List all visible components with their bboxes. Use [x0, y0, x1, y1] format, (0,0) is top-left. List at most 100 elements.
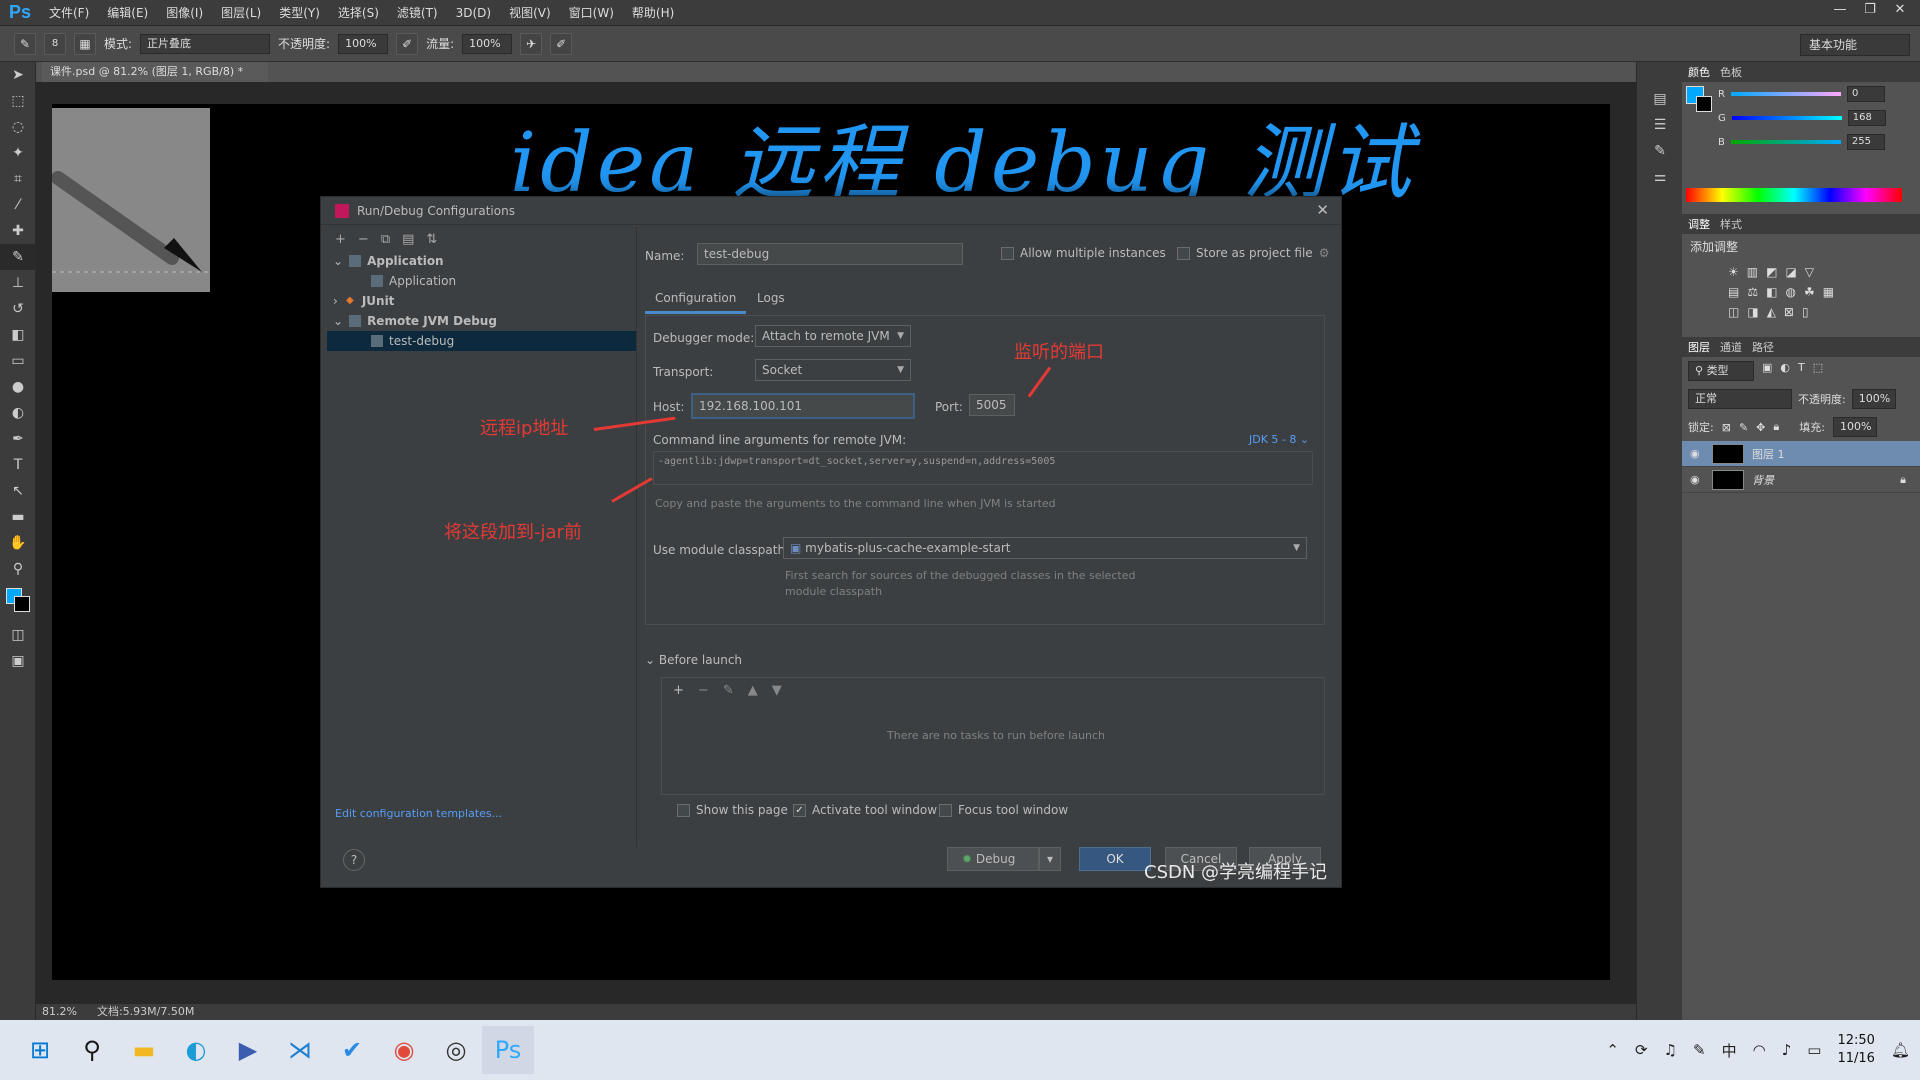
chrome-icon[interactable]: ◉ — [378, 1026, 430, 1074]
menu-3d[interactable]: 3D(D) — [447, 0, 500, 26]
background-swatch[interactable] — [1696, 96, 1712, 112]
debugger-mode-select[interactable]: Attach to remote JVM ▼ — [755, 325, 911, 347]
activate-tool-checkbox[interactable]: ✓ Activate tool window — [793, 803, 937, 817]
down-icon[interactable]: ▼ — [772, 683, 782, 698]
eyedropper-tool-icon[interactable]: ⁄ — [0, 192, 36, 218]
tree-item-application[interactable]: ⌄ Application — [327, 251, 636, 271]
red-value[interactable]: 0 — [1846, 86, 1885, 102]
minimize-button[interactable]: — — [1826, 0, 1854, 20]
layer-fill-field[interactable]: 100% — [1832, 417, 1877, 437]
v-app-icon[interactable]: ✔ — [326, 1026, 378, 1074]
debug-button[interactable]: ✹ Debug — [947, 847, 1039, 871]
lock-move-icon[interactable]: ✥ — [1756, 421, 1765, 434]
brush-tool-icon[interactable]: ✎ — [0, 244, 36, 270]
eraser-tool-icon[interactable]: ◧ — [0, 322, 36, 348]
filter-shape-icon[interactable]: ⬚ — [1813, 361, 1823, 381]
lookup-icon[interactable]: ▦ — [1823, 285, 1834, 299]
tree-item-test-debug[interactable]: test-debug — [327, 331, 636, 351]
windows-start-icon[interactable]: ⊞ — [14, 1026, 66, 1074]
tree-item-application-child[interactable]: Application — [327, 271, 636, 291]
add-icon[interactable]: + — [335, 232, 346, 247]
show-page-checkbox[interactable]: Show this page — [677, 803, 788, 817]
stamp-tool-icon[interactable]: ⊥ — [0, 270, 36, 296]
store-project-checkbox[interactable]: Store as project file ⚙ — [1177, 246, 1329, 260]
edit-templates-link[interactable]: Edit configuration templates... — [335, 807, 502, 820]
zoom-tool-icon[interactable]: ⚲ — [0, 556, 36, 582]
green-value[interactable]: 168 — [1847, 110, 1886, 126]
folder-icon[interactable]: ▤ — [402, 232, 414, 247]
clock[interactable]: 12:50 11/16 — [1837, 1032, 1874, 1068]
filter-adjust-icon[interactable]: ◐ — [1780, 361, 1790, 381]
layer-row-background[interactable]: ◉ 背景 🔒︎ — [1682, 467, 1920, 493]
chevron-up-icon[interactable]: ⌃ — [1606, 1041, 1619, 1059]
mode-select[interactable]: 正片叠底 — [140, 33, 271, 54]
name-field[interactable]: test-debug — [697, 243, 963, 265]
tab-styles[interactable]: 样式 — [1720, 216, 1742, 232]
tree-item-remote-jvm[interactable]: ⌄ Remote JVM Debug — [327, 311, 636, 331]
port-input[interactable]: 5005 — [969, 394, 1015, 416]
dodge-tool-icon[interactable]: ◐ — [0, 400, 36, 426]
menu-file[interactable]: 文件(F) — [40, 0, 98, 26]
crop-tool-icon[interactable]: ⌗ — [0, 166, 36, 192]
vibrance-icon[interactable]: ▽ — [1805, 265, 1814, 279]
powershell-icon[interactable]: ▶ — [222, 1026, 274, 1074]
workspace-select[interactable]: 基本功能 — [1800, 34, 1910, 56]
color-spectrum[interactable] — [1686, 188, 1902, 202]
invert-icon[interactable]: ◫ — [1728, 305, 1739, 319]
lasso-tool-icon[interactable]: ◌ — [0, 114, 36, 140]
ok-button[interactable]: OK — [1079, 847, 1151, 871]
remove-icon[interactable]: − — [698, 683, 709, 698]
properties-panel-icon[interactable]: ☰ — [1637, 112, 1683, 138]
red-slider[interactable] — [1730, 92, 1841, 96]
blend-mode-select[interactable]: 正常 — [1688, 389, 1792, 409]
airbrush-icon[interactable]: ✈ — [520, 32, 543, 55]
path-select-icon[interactable]: ↖ — [0, 478, 36, 504]
microphone-icon[interactable]: ♫ — [1664, 1041, 1677, 1059]
transport-select[interactable]: Socket ▼ — [755, 359, 911, 381]
menu-select[interactable]: 选择(S) — [329, 0, 388, 26]
quick-select-tool-icon[interactable]: ✦ — [0, 140, 36, 166]
search-icon[interactable]: ⚲ — [66, 1026, 118, 1074]
color-swatches-icon[interactable] — [0, 582, 36, 622]
blur-tool-icon[interactable]: ● — [0, 374, 36, 400]
menu-image[interactable]: 图像(I) — [157, 0, 212, 26]
focus-tool-checkbox[interactable]: Focus tool window — [939, 803, 1068, 817]
type-tool-icon[interactable]: T — [0, 452, 36, 478]
filter-type-icon[interactable]: T — [1798, 361, 1805, 381]
screen-mode-icon[interactable]: ▣ — [0, 648, 36, 674]
menu-filter[interactable]: 滤镜(T) — [388, 0, 447, 26]
tab-color[interactable]: 颜色 — [1688, 64, 1710, 80]
document-tab[interactable]: 课件.psd @ 81.2% (图层 1, RGB/8) * — [42, 62, 268, 82]
shape-tool-icon[interactable]: ▬ — [0, 504, 36, 530]
debug-dropdown-icon[interactable]: ▾ — [1039, 847, 1061, 871]
marquee-tool-icon[interactable]: ⬚ — [0, 88, 36, 114]
tab-logs[interactable]: Logs — [755, 291, 787, 311]
up-icon[interactable]: ▲ — [748, 683, 758, 698]
history-panel-icon[interactable]: ▤ — [1637, 86, 1683, 112]
menu-help[interactable]: 帮助(H) — [623, 0, 683, 26]
blue-slider[interactable] — [1730, 140, 1841, 144]
hand-tool-icon[interactable]: ✋ — [0, 530, 36, 556]
balance-icon[interactable]: ⚖ — [1747, 285, 1758, 299]
brush-panel-icon[interactable]: ✎ — [1637, 138, 1683, 164]
adjust-panel-icon[interactable]: ⚌ — [1637, 164, 1683, 190]
hue-icon[interactable]: ▤ — [1728, 285, 1739, 299]
menu-type[interactable]: 类型(Y) — [270, 0, 329, 26]
dialog-close-icon[interactable]: ✕ — [1316, 201, 1329, 219]
pen-tool-icon[interactable]: ✒ — [0, 426, 36, 452]
sort-icon[interactable]: ⇅ — [426, 232, 437, 247]
photoshop-taskbar-icon[interactable]: Ps — [482, 1026, 534, 1074]
lock-all-icon[interactable]: 🔒︎ — [1773, 420, 1779, 434]
mixer-icon[interactable]: ☘ — [1804, 285, 1815, 299]
layer-kind-select[interactable]: ⚲ 类型 — [1688, 361, 1754, 381]
add-icon[interactable]: + — [673, 683, 684, 698]
history-brush-icon[interactable]: ↺ — [0, 296, 36, 322]
wifi-icon[interactable]: ◠ — [1753, 1041, 1766, 1059]
green-slider[interactable] — [1731, 116, 1842, 120]
module-classpath-select[interactable]: ▣ mybatis-plus-cache-example-start ▼ — [783, 537, 1307, 559]
eye-icon[interactable]: ◉ — [1690, 447, 1704, 460]
selective-color-icon[interactable]: ⊠ — [1784, 305, 1794, 319]
notification-icon[interactable]: 🔔︎ — [1891, 1041, 1910, 1059]
battery-icon[interactable]: ▭ — [1807, 1041, 1821, 1059]
allow-multiple-checkbox[interactable]: Allow multiple instances — [1001, 246, 1166, 260]
